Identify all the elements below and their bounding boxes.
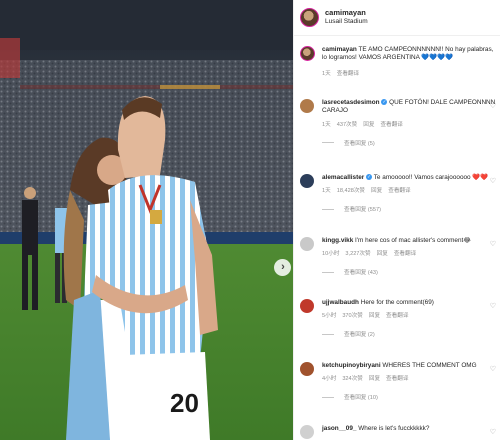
heart-icon[interactable]: ♡ [490,428,496,436]
jersey-number: 20 [170,388,199,418]
heart-icon[interactable]: ♡ [490,240,496,248]
heart-icon[interactable]: ♡ [490,177,496,185]
translate-link[interactable]: 查看翻译 [394,249,416,257]
commenter-username[interactable]: alemacallister [322,174,364,181]
view-replies[interactable]: 查看回复 (557) [322,205,496,213]
view-replies[interactable]: 查看回复 (10) [322,393,496,401]
reply-button[interactable]: 回复 [369,311,380,319]
caption-translate[interactable]: 查看翻译 [337,69,359,77]
avatar[interactable] [300,8,319,27]
next-photo-button[interactable]: › [274,259,291,276]
commenter-avatar[interactable] [300,99,314,113]
comment-likes[interactable]: 370次赞 [342,311,363,319]
comment-item: jason__09_ Where is let's fucckkkkk? ♡ [300,425,496,439]
view-replies-label[interactable]: 查看回复 (557) [344,205,381,213]
comment-time: 1天 [322,121,331,128]
translate-link[interactable]: 查看翻译 [386,374,408,382]
chevron-right-icon: › [281,261,285,273]
comment-likes[interactable]: 437次赞 [337,120,358,128]
commenter-avatar[interactable] [300,362,314,376]
commenter-username[interactable]: ujjwalbaudh [322,299,359,306]
heart-icon[interactable]: ♡ [490,302,496,310]
view-replies[interactable]: 查看回复 (2) [322,330,496,338]
comment-time: 5小时 [322,313,337,320]
translate-link[interactable]: 查看翻译 [380,120,402,128]
caption-avatar[interactable] [300,46,315,61]
commenter-avatar[interactable] [300,237,314,251]
verified-badge-icon: ✓ [381,99,388,106]
comment-item: lasrecetasdesimon ✓ QUE FOTÓN! DALE CAMP… [300,99,496,147]
comment-likes[interactable]: 18,428次赞 [337,186,365,194]
comment-item: ujjwalbaudh Here for the comment(69) 5小时… [300,299,496,338]
reply-button[interactable]: 回复 [371,186,382,194]
post-sidebar: camimayan Lusail Stadium camimayan TE AM… [293,0,500,440]
comment-item: ketchupinoybiryani WHERES THE COMMENT OM… [300,362,496,401]
photo-image: 20 [0,0,293,440]
comment-time: 1天 [322,188,331,195]
view-replies-label[interactable]: 查看回复 (2) [344,330,375,338]
comment-text: Where is let's fucckkkkk? [358,425,430,432]
commenter-username[interactable]: jason__09_ [322,425,356,432]
comment-time: 10小时 [322,251,340,258]
view-replies-label[interactable]: 查看回复 (5) [344,139,375,147]
blue-hearts: 💙💙💙💙 [421,54,454,62]
commenter-username[interactable]: lasrecetasdesimon [322,99,380,106]
comment-likes[interactable]: 324次赞 [342,374,363,382]
comment-text: Te amooooo!! Vamos carajoooooo ❤️❤️ [373,174,489,181]
view-replies[interactable]: 查看回复 (5) [322,139,496,147]
translate-link[interactable]: 查看翻译 [388,186,410,194]
verified-badge-icon: ✓ [366,174,373,181]
comment-text: WHERES THE COMMENT OMG [382,362,477,369]
commenter-avatar[interactable] [300,299,314,313]
comment-item: alemacallister ✓ Te amooooo!! Vamos cara… [300,174,496,213]
comment-likes[interactable]: 3,227次赞 [345,249,370,257]
view-replies-label[interactable]: 查看回复 (10) [344,393,378,401]
caption-body: camimayan TE AMO CAMPEONNNNNN!! No hay p… [322,46,496,63]
commenter-avatar[interactable] [300,425,314,439]
commenter-avatar[interactable] [300,174,314,188]
commenter-username[interactable]: ketchupinoybiryani [322,362,381,369]
commenter-username[interactable]: kingg.vikk [322,237,353,244]
comment-item: kingg.vikk I'm here cos of mac allister'… [300,237,496,276]
heart-icon[interactable]: ♡ [490,365,496,373]
caption-username[interactable]: camimayan [322,46,357,53]
comment-time: 4小时 [322,376,337,383]
reply-button[interactable]: 回复 [377,249,388,257]
post-location[interactable]: Lusail Stadium [325,18,368,25]
post-header: camimayan Lusail Stadium [294,0,500,36]
post-username[interactable]: camimayan [325,9,368,18]
view-replies-label[interactable]: 查看回复 (43) [344,268,378,276]
caption-time: 1天 [322,70,331,77]
reply-button[interactable]: 回复 [363,120,374,128]
translate-link[interactable]: 查看翻译 [386,311,408,319]
view-replies[interactable]: 查看回复 (43) [322,268,496,276]
comments-list: camimayan TE AMO CAMPEONNNNNN!! No hay p… [294,37,500,440]
caption: camimayan TE AMO CAMPEONNNNNN!! No hay p… [300,46,496,77]
heart-icon[interactable]: ♡ [490,102,496,110]
reply-button[interactable]: 回复 [369,374,380,382]
comment-text: Here for the comment(69) [360,299,434,306]
comment-text: I'm here cos of mac allister's comment😂 [355,237,471,244]
post-photo[interactable]: 20 › [0,0,293,440]
